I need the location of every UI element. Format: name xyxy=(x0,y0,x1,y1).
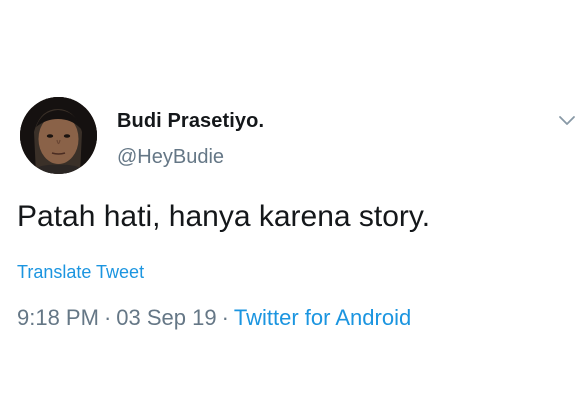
tweet-source-link[interactable]: Twitter for Android xyxy=(234,305,411,330)
user-avatar[interactable] xyxy=(20,97,97,174)
meta-separator: · xyxy=(221,305,229,330)
translate-tweet-link[interactable]: Translate Tweet xyxy=(17,262,144,283)
tweet-card: Budi Prasetiyo. @HeyBudie Patah hati, ha… xyxy=(0,0,588,403)
tweet-date[interactable]: 03 Sep 19 xyxy=(116,305,216,330)
tweet-metadata: 9:18 PM · 03 Sep 19 · Twitter for Android xyxy=(17,305,411,331)
chevron-down-icon[interactable] xyxy=(558,114,576,128)
avatar-image xyxy=(20,97,97,174)
author-handle[interactable]: @HeyBudie xyxy=(117,146,224,169)
author-display-name[interactable]: Budi Prasetiyo. xyxy=(117,110,264,133)
meta-separator: · xyxy=(103,305,112,330)
tweet-body-text: Patah hati, hanya karena story. xyxy=(17,200,431,233)
tweet-time[interactable]: 9:18 PM xyxy=(17,305,99,330)
